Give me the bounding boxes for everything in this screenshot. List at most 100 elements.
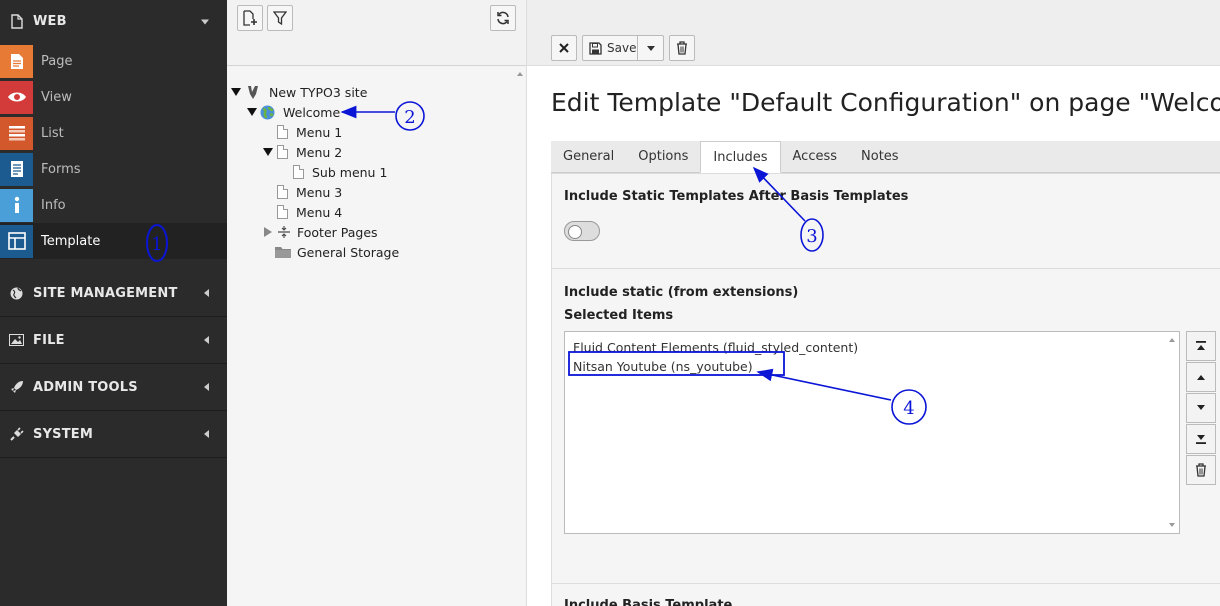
close-button[interactable] (551, 35, 577, 61)
save-button[interactable]: Save (582, 35, 638, 61)
arrow-down-icon (1197, 405, 1205, 410)
module-list[interactable]: List (0, 115, 227, 151)
module-forms[interactable]: Forms (0, 151, 227, 187)
tree-node-menu3[interactable]: Menu 3 (277, 182, 342, 202)
tree-node-label: Menu 4 (296, 204, 343, 220)
section-include-static: Include static (from extensions) Selecte… (551, 268, 1220, 583)
tab-options[interactable]: Options (626, 141, 700, 172)
save-dropdown-button[interactable] (637, 35, 664, 61)
chevron-left-icon (204, 336, 209, 344)
tree-node-label: Welcome (283, 104, 341, 120)
module-group-label: WEB (33, 14, 67, 29)
refresh-icon (497, 11, 509, 25)
template-icon (0, 224, 33, 258)
tree-node-menu2[interactable]: Menu 2 (262, 142, 342, 162)
move-bottom-icon (1196, 435, 1206, 444)
move-bottom-button[interactable] (1186, 424, 1216, 454)
module-group-site-management[interactable]: SITE MANAGEMENT (0, 270, 227, 317)
list-item[interactable]: Nitsan Youtube (ns_youtube) (573, 359, 753, 374)
tree-node-label: Menu 3 (296, 184, 343, 200)
field-label: Include Basis Template (564, 598, 733, 606)
tree-node-label: General Storage (297, 244, 400, 260)
arrow-up-icon (1197, 375, 1205, 380)
module-page[interactable]: Page (0, 43, 227, 79)
tree-node-root[interactable]: New TYPO3 site (230, 82, 367, 102)
filter-button[interactable] (267, 5, 293, 31)
save-icon (589, 41, 602, 55)
globe-icon (0, 287, 33, 300)
tab-includes[interactable]: Includes (700, 141, 781, 173)
tab-access[interactable]: Access (781, 141, 850, 172)
doc-header: Save (527, 0, 1220, 66)
tree-node-label: Menu 1 (296, 124, 343, 140)
tree-node-menu4[interactable]: Menu 4 (277, 202, 342, 222)
move-up-button[interactable] (1186, 362, 1216, 392)
selected-items-list[interactable]: Fluid Content Elements (fluid_styled_con… (564, 331, 1180, 534)
module-menu: WEB Page View List Forms Info Template S… (0, 0, 227, 606)
module-info[interactable]: Info (0, 187, 227, 223)
tree-node-label: Sub menu 1 (312, 164, 388, 180)
module-label: Info (41, 197, 66, 213)
close-icon (559, 43, 569, 53)
globe-icon (260, 105, 275, 119)
delete-button[interactable] (669, 35, 695, 61)
page-module-icon (0, 44, 33, 78)
save-label: Save (607, 41, 637, 55)
module-group-admin-tools[interactable]: ADMIN TOOLS (0, 364, 227, 411)
expand-toggle[interactable] (262, 148, 274, 156)
module-label: View (41, 89, 72, 105)
tab-bar: General Options Includes Access Notes (551, 141, 1220, 173)
tree-node-welcome[interactable]: Welcome (246, 102, 340, 122)
new-page-button[interactable] (237, 5, 263, 31)
refresh-button[interactable] (490, 5, 516, 31)
module-group-web[interactable]: WEB (0, 0, 227, 43)
tree-node-label: Menu 2 (296, 144, 343, 160)
page-icon (0, 14, 33, 29)
chevron-down-icon (646, 45, 655, 51)
forms-icon (0, 152, 33, 186)
page-icon (277, 145, 288, 159)
static-after-basis-toggle[interactable] (564, 221, 600, 241)
plug-icon (0, 427, 33, 441)
tree-body: New TYPO3 site Welcome Menu 1 Menu 2 Sub… (227, 67, 526, 606)
scroll-up-icon[interactable] (517, 72, 523, 76)
new-page-icon (243, 10, 257, 26)
selected-items-label: Selected Items (564, 308, 674, 323)
list-item[interactable]: Fluid Content Elements (fluid_styled_con… (573, 340, 858, 355)
move-top-button[interactable] (1186, 331, 1216, 361)
module-group-file[interactable]: FILE (0, 317, 227, 364)
scroll-down-icon[interactable] (1169, 523, 1175, 527)
page-tree-panel: New TYPO3 site Welcome Menu 1 Menu 2 Sub… (227, 0, 527, 606)
tree-node-submenu1[interactable]: Sub menu 1 (293, 162, 387, 182)
tree-node-general-storage[interactable]: General Storage (275, 242, 399, 262)
tab-general[interactable]: General (551, 141, 626, 172)
remove-item-button[interactable] (1186, 455, 1216, 485)
tab-notes[interactable]: Notes (849, 141, 911, 172)
tree-node-footer-pages[interactable]: Footer Pages (262, 222, 378, 242)
module-template[interactable]: Template (0, 223, 227, 259)
section-include-basis: Include Basis Template (551, 583, 1220, 606)
scroll-up-icon[interactable] (1169, 338, 1175, 342)
module-group-system[interactable]: SYSTEM (0, 411, 227, 458)
tree-node-label: New TYPO3 site (269, 84, 368, 100)
info-icon (0, 188, 33, 222)
expand-toggle[interactable] (246, 108, 258, 116)
expand-toggle[interactable] (262, 227, 274, 237)
page-icon (293, 165, 304, 179)
module-label: List (41, 125, 64, 141)
eye-icon (0, 80, 33, 114)
tree-toolbar (227, 0, 526, 66)
page-title: Edit Template "Default Configuration" on… (551, 88, 1220, 117)
list-icon (0, 116, 33, 150)
image-icon (0, 334, 33, 346)
module-group-label: SYSTEM (33, 426, 94, 442)
section-static-after-basis: Include Static Templates After Basis Tem… (551, 173, 1220, 268)
field-label: Include static (from extensions) (564, 285, 799, 300)
filter-icon (273, 11, 287, 25)
module-view[interactable]: View (0, 79, 227, 115)
tree-node-menu1[interactable]: Menu 1 (277, 122, 342, 142)
expand-toggle[interactable] (230, 88, 242, 96)
module-label: Page (41, 53, 73, 69)
move-down-button[interactable] (1186, 393, 1216, 423)
module-group-label: SITE MANAGEMENT (33, 285, 178, 301)
